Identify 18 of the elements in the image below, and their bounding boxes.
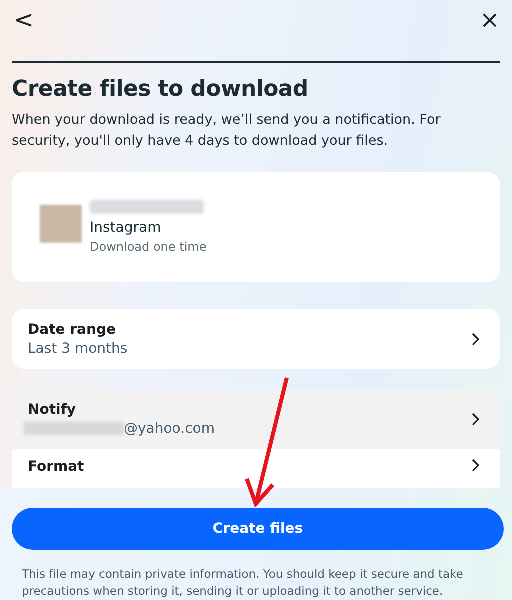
description-text: When your download is ready, we’ll send you a notification. For security, you'll only have 4 days to download your files. xyxy=(12,111,442,151)
chevron-right-icon xyxy=(472,412,480,426)
row-label: Notify xyxy=(28,402,78,418)
back-button[interactable]: < xyxy=(14,8,34,32)
settings-row[interactable]: Notify @yahoo.com xyxy=(12,389,500,449)
download-frequency: Download one time xyxy=(90,240,207,254)
row-label: Format xyxy=(28,459,84,475)
row-value: @yahoo.com xyxy=(124,420,215,436)
create-files-button[interactable]: Create files xyxy=(12,508,504,550)
row-value: Last 3 months xyxy=(28,340,128,356)
page-title: Create files to download xyxy=(12,77,310,102)
app-name: Instagram xyxy=(90,220,162,236)
close-button[interactable]: × xyxy=(480,8,500,32)
chevron-right-icon xyxy=(472,459,480,472)
avatar-placeholder xyxy=(40,205,82,243)
row-label: Date range xyxy=(28,322,117,338)
privacy-note: This file may contain private information. You should keep it secure and take precautions when storing it, sending it or uploading it to another service. xyxy=(22,566,464,600)
chevron-right-icon xyxy=(472,332,480,346)
